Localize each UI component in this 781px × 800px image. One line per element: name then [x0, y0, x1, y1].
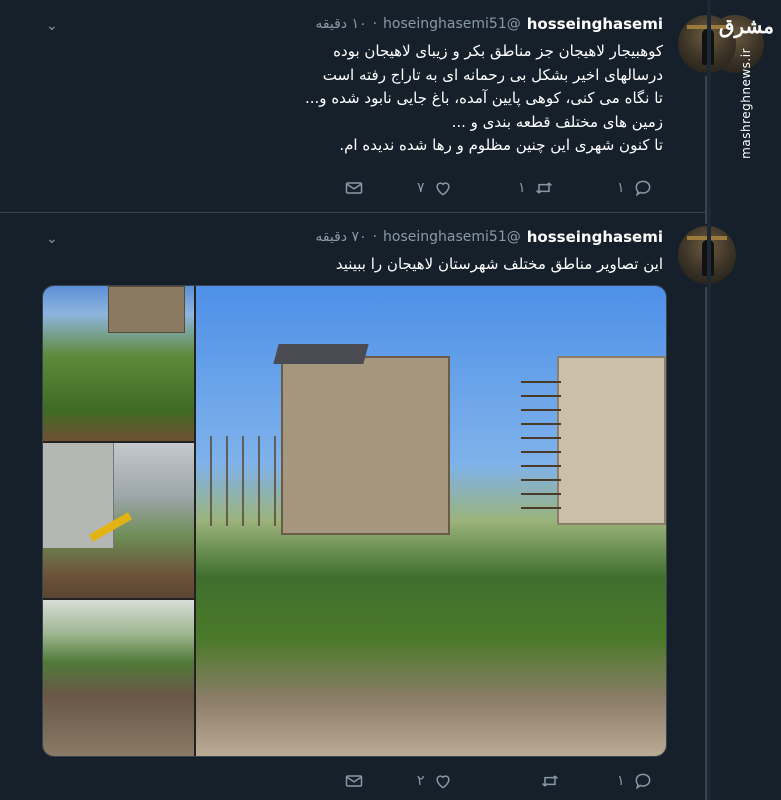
scrollbar-track[interactable]	[707, 0, 711, 800]
reply-icon	[635, 180, 650, 197]
message-button[interactable]	[344, 178, 364, 198]
tweet-line: کوهبیجار لاهیجان جز مناطق بکر و زیبای لا…	[333, 42, 663, 60]
handle[interactable]: @hoseinghasemi51	[383, 16, 521, 32]
tweet[interactable]: hosseinghasemi @hoseinghasemi51 · ۱۰ دقی…	[0, 0, 764, 213]
building	[557, 356, 666, 525]
display-name[interactable]: hosseinghasemi	[527, 228, 663, 246]
retweet-button[interactable]	[540, 771, 560, 791]
tweet-text: این تصاویر مناطق مختلف شهرستان لاهیجان ر…	[335, 255, 663, 273]
retweet-button[interactable]: ۱	[518, 178, 554, 198]
retweet-icon	[541, 775, 559, 787]
like-count: ۲	[417, 773, 425, 789]
tweet-line: درسالهای اخیر بشکل بی رحمانه ای به تاراج…	[322, 65, 663, 84]
like-button[interactable]: ۲	[417, 771, 453, 791]
reply-count: ۱	[617, 773, 625, 789]
retweet-icon	[535, 182, 552, 194]
reply-button[interactable]: ۱	[617, 178, 653, 198]
scaffolding	[521, 371, 561, 521]
handle[interactable]: @hoseinghasemi51	[383, 229, 521, 245]
retweet-count: ۱	[518, 180, 526, 196]
tweet-line: تا نگاه می کنی، کوهی پایین آمده، باغ جای…	[305, 89, 663, 107]
chevron-down-icon[interactable]: ⌄	[46, 231, 58, 247]
building-roof	[273, 344, 369, 364]
like-button[interactable]: ۷	[417, 178, 453, 198]
separator-dot: ·	[372, 16, 378, 32]
separator-dot: ·	[372, 229, 378, 245]
message-button[interactable]	[344, 771, 364, 791]
tweet-actions: ۱ ۱ ۷	[0, 178, 705, 200]
reply-icon	[635, 773, 650, 790]
photo-cleared-land[interactable]	[43, 600, 194, 756]
watermark: مشرق mashreghnews.ir	[718, 8, 774, 159]
tweet-header: hosseinghasemi @hoseinghasemi51 · ۱۰ دقی…	[315, 14, 663, 34]
reply-count: ۱	[617, 180, 625, 196]
media-grid[interactable]	[42, 285, 667, 757]
timestamp[interactable]: ۷۰ دقیقه	[315, 229, 366, 245]
watermark-url: mashreghnews.ir	[739, 48, 753, 159]
like-icon	[435, 182, 450, 196]
tweet-line: زمین های مختلف قطعه بندی و ...	[451, 112, 663, 131]
tweet-line: تا کنون شهری این چنین مظلوم و رها شده ند…	[339, 136, 663, 154]
chevron-down-icon[interactable]: ⌄	[46, 18, 58, 34]
building	[108, 286, 185, 333]
reply-button[interactable]: ۱	[617, 771, 653, 791]
tweet[interactable]: hosseinghasemi @hoseinghasemi51 · ۷۰ دقی…	[0, 213, 705, 800]
timestamp[interactable]: ۱۰ دقیقه	[315, 16, 366, 32]
photo-hill-building[interactable]	[43, 286, 194, 441]
tweet-text: کوهبیجار لاهیجان جز مناطق بکر و زیبای لا…	[63, 40, 663, 158]
mail-icon	[345, 182, 363, 194]
building	[281, 356, 450, 535]
tweet-header: hosseinghasemi @hoseinghasemi51 · ۷۰ دقی…	[315, 227, 663, 247]
display-name[interactable]: hosseinghasemi	[527, 15, 663, 33]
mail-icon	[345, 775, 363, 787]
tweet-actions: ۱ ۲	[0, 771, 705, 793]
like-count: ۷	[417, 180, 425, 196]
watermark-logo: مشرق	[718, 14, 774, 38]
photo-construction-hillside[interactable]	[196, 286, 666, 756]
like-icon	[435, 775, 450, 789]
photo-excavator[interactable]	[43, 443, 194, 598]
